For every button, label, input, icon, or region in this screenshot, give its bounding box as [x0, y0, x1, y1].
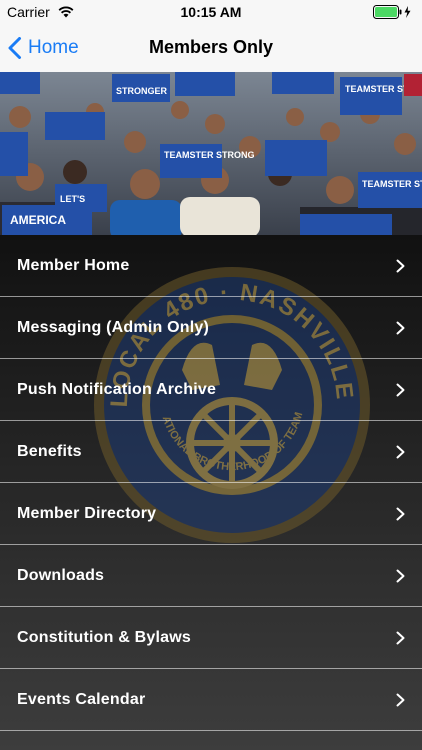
battery-icon: [373, 5, 411, 19]
menu-item-label: Push Notification Archive: [17, 380, 217, 398]
menu-item[interactable]: Events Calendar: [0, 669, 422, 731]
menu-item-label: Member Directory: [17, 504, 157, 522]
menu-item[interactable]: Downloads: [0, 545, 422, 607]
banner-sign-text: LET'S: [60, 194, 85, 204]
chevron-right-icon: [396, 445, 405, 459]
menu-list: Member Home Messaging (Admin Only) Push No…: [0, 235, 422, 731]
menu-item[interactable]: Messaging (Admin Only): [0, 297, 422, 359]
menu-item-label: Member Home: [17, 256, 130, 274]
menu-item-label: Downloads: [17, 566, 105, 584]
menu-item-label: Benefits: [17, 442, 82, 460]
chevron-right-icon: [396, 321, 405, 335]
page-title: Members Only: [148, 37, 274, 57]
rally-crowd-image: STRONGER TEAMSTER STRONG TEAMSTER STRONG…: [0, 72, 422, 235]
banner-photo: STRONGER TEAMSTER STRONG TEAMSTER STRONG…: [0, 72, 422, 235]
chevron-right-icon: [396, 507, 405, 521]
banner-sign-text: AMERICA: [10, 213, 66, 227]
status-bar: Carrier 10:15 AM: [0, 0, 422, 24]
banner-sign-text: TEAMSTER STRONG: [164, 150, 255, 160]
chevron-right-icon: [396, 569, 405, 583]
svg-text:STRONGER: STRONGER: [116, 86, 168, 96]
members-menu: TEAMSTERS LOCAL 480 · NASHVILLE, TENNESS…: [0, 235, 422, 750]
menu-item[interactable]: Push Notification Archive: [0, 359, 422, 421]
status-time: 10:15 AM: [180, 4, 242, 20]
chevron-right-icon: [396, 259, 405, 273]
menu-item[interactable]: Member Directory: [0, 483, 422, 545]
menu-item-label: Constitution & Bylaws: [17, 628, 191, 646]
chevron-right-icon: [396, 631, 405, 645]
menu-item[interactable]: Constitution & Bylaws: [0, 607, 422, 669]
banner-sign-text: TEAMSTER STRONG: [362, 179, 422, 189]
nav-bar: Home Members Only: [0, 24, 422, 73]
chevron-right-icon: [396, 383, 405, 397]
menu-item[interactable]: Benefits: [0, 421, 422, 483]
chevron-right-icon: [396, 693, 405, 707]
menu-item[interactable]: Member Home: [0, 235, 422, 297]
menu-item-label: Events Calendar: [17, 690, 146, 708]
menu-item-label: Messaging (Admin Only): [17, 318, 209, 336]
